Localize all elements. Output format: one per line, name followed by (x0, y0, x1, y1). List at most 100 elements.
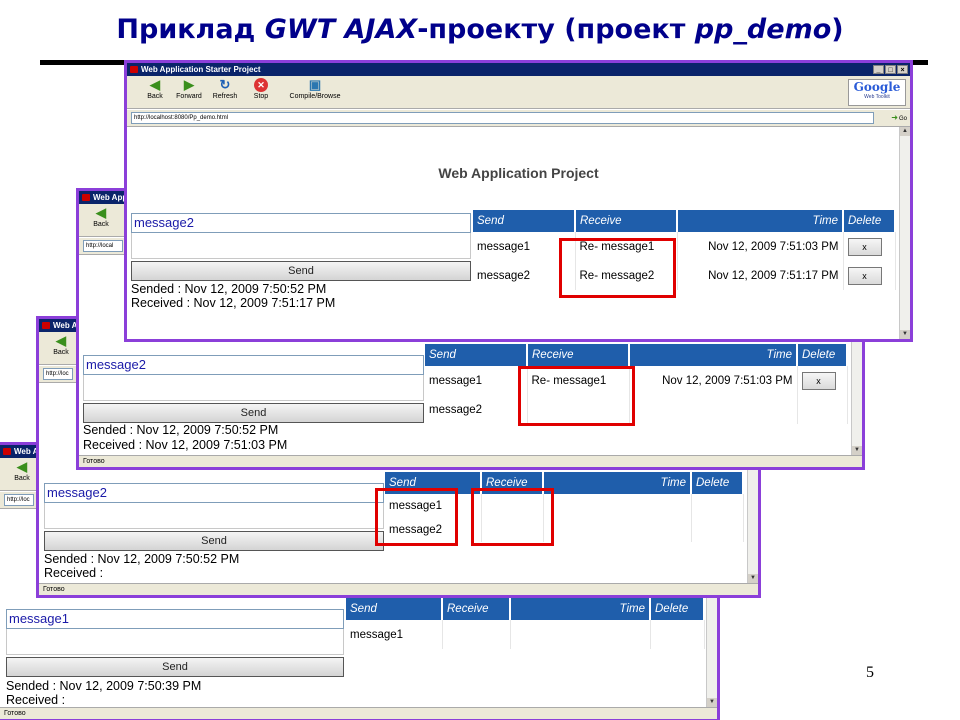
table-row: message1 (346, 620, 705, 649)
received-label: Received : Nov 12, 2009 7:51:17 PM (131, 296, 336, 310)
address-input[interactable]: http://localhost:8080/Pp_demo.html (131, 112, 874, 124)
delete-button[interactable]: x (847, 237, 882, 256)
stop-icon: ✕ (254, 78, 268, 92)
page-content: Web Application Project message2 Send Se… (127, 127, 910, 327)
sended-label: Sended : Nov 12, 2009 7:50:39 PM (6, 679, 202, 693)
cell-time (629, 395, 798, 424)
message-input[interactable]: message2 (131, 213, 471, 233)
cell-delete (650, 620, 705, 649)
address-input[interactable]: http://loc (43, 368, 73, 380)
compile-icon: ▣ (308, 77, 322, 92)
vertical-scrollbar[interactable]: ▲ ▼ (899, 127, 910, 339)
gwt-logo: Google Web Toolkit (848, 79, 906, 106)
cell-delete: x (797, 366, 848, 395)
col-delete: Delete (650, 598, 705, 620)
col-send: Send (473, 210, 576, 232)
refresh-button[interactable]: ↻ Refresh (209, 77, 241, 101)
scroll-down-icon[interactable]: ▼ (748, 574, 758, 583)
messages-table: Send Receive Time Delete message1 Re- me… (473, 210, 896, 290)
stop-button[interactable]: ✕ Stop (245, 78, 277, 100)
col-time: Time (677, 210, 844, 232)
ie-icon (42, 322, 50, 329)
back-button[interactable]: ◀ Back (85, 205, 117, 229)
highlight-receive-complete (559, 238, 676, 298)
message-area (83, 375, 424, 401)
window-titlebar: Web Application Starter Project _ □ × (127, 63, 910, 76)
col-send: Send (425, 344, 528, 366)
browser-toolbar: ◀ Back ▶ Forward ↻ Refresh ✕ Stop ▣ Compile/B… (127, 76, 910, 109)
ie-icon (82, 194, 90, 201)
cell-send: message1 (346, 620, 443, 649)
message-area (6, 629, 344, 655)
send-button[interactable]: Send (131, 261, 471, 281)
app-heading: Web Application Project (438, 165, 599, 181)
messages-table: Send Receive Time Delete message1 (346, 598, 705, 649)
sended-label: Sended : Nov 12, 2009 7:50:52 PM (44, 552, 240, 566)
received-label: Received : Nov 12, 2009 7:51:03 PM (83, 438, 288, 452)
maximize-icon[interactable]: □ (885, 65, 896, 74)
table-row: message2 Re- message2 Nov 12, 2009 7:51:… (473, 261, 896, 290)
messages-table: Send Receive Time Delete message1 Re- me… (425, 344, 848, 424)
col-delete: Delete (843, 210, 896, 232)
send-button[interactable]: Send (44, 531, 384, 551)
message-area (44, 503, 384, 529)
back-button[interactable]: ◀ Back (45, 333, 77, 357)
col-receive: Receive (527, 344, 630, 366)
browser-window-step-4: Web Application Starter Project _ □ × ◀ B… (124, 60, 913, 342)
message-area (131, 233, 471, 259)
address-bar: http://localhost:8080/Pp_demo.html ➜Go (127, 110, 910, 127)
scroll-up-icon[interactable]: ▲ (900, 127, 910, 136)
col-send: Send (346, 598, 443, 620)
slide-title: Приклад GWT AJAX-проекту (проект pp_demo… (116, 14, 844, 45)
col-receive: Receive (575, 210, 678, 232)
col-time: Time (543, 472, 692, 494)
received-label: Received : (44, 566, 104, 580)
col-time: Time (510, 598, 651, 620)
back-button[interactable]: ◀ Back (139, 77, 171, 101)
cell-send: message1 (425, 366, 528, 395)
scroll-down-icon[interactable]: ▼ (852, 446, 862, 455)
send-button[interactable]: Send (83, 403, 424, 423)
back-arrow-icon: ◀ (56, 333, 66, 348)
status-bar: Готово (79, 455, 862, 467)
highlight-receive-partial (518, 366, 635, 426)
scroll-down-icon[interactable]: ▼ (707, 698, 717, 707)
address-input[interactable]: http://local (83, 240, 123, 252)
refresh-icon: ↻ (219, 77, 231, 92)
logo-subtext: Web Toolkit (864, 94, 890, 100)
cell-delete (691, 518, 744, 542)
close-icon[interactable]: × (897, 65, 908, 74)
compile-browse-button[interactable]: ▣ Compile/Browse (287, 77, 343, 101)
minimize-icon[interactable]: _ (873, 65, 884, 74)
received-label: Received : (6, 693, 66, 707)
send-button[interactable]: Send (6, 657, 344, 677)
ie-icon (3, 448, 11, 455)
message-input[interactable]: message2 (83, 355, 424, 375)
delete-button[interactable]: x (801, 371, 836, 390)
cell-time: Nov 12, 2009 7:51:03 PM (629, 366, 798, 395)
back-button[interactable]: ◀ Back (6, 460, 38, 483)
cell-send: message2 (425, 395, 528, 424)
delete-button[interactable]: x (847, 266, 882, 285)
highlight-empty-receive (471, 488, 554, 546)
forward-button[interactable]: ▶ Forward (173, 77, 205, 101)
address-input[interactable]: http://loc (4, 494, 34, 506)
message-input[interactable]: message1 (6, 609, 344, 629)
back-arrow-icon: ◀ (96, 205, 106, 220)
forward-arrow-icon: ▶ (184, 77, 194, 92)
status-bar: Готово (39, 583, 758, 595)
logo-text: Google (853, 80, 901, 94)
cell-delete: x (843, 261, 896, 290)
message-input[interactable]: message2 (44, 483, 384, 503)
page-number: 5 (866, 664, 874, 681)
table-row: message2 (425, 395, 848, 424)
slide: Приклад GWT AJAX-проекту (проект pp_demo… (0, 0, 960, 720)
scroll-down-icon[interactable]: ▼ (900, 330, 910, 339)
back-arrow-icon: ◀ (150, 77, 160, 92)
col-delete: Delete (797, 344, 848, 366)
go-arrow-icon: ➜ (891, 113, 898, 122)
sended-label: Sended : Nov 12, 2009 7:50:52 PM (83, 423, 279, 437)
ie-icon (130, 66, 138, 73)
go-button[interactable]: ➜Go (877, 112, 907, 124)
cell-time: Nov 12, 2009 7:51:03 PM (677, 232, 844, 261)
